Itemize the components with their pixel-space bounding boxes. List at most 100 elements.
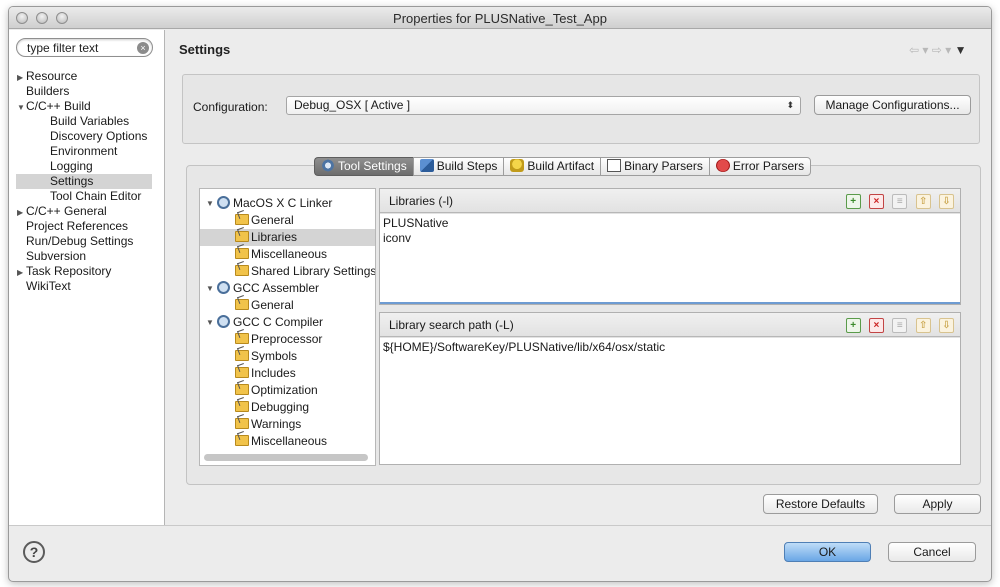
tool-tree-tool[interactable]: ▼ MacOS X C Linker [200,195,375,212]
tree-item-label: Debugging [251,400,310,414]
move-up-path-icon[interactable]: ⇧ [915,318,931,333]
help-icon[interactable]: ? [23,541,45,563]
option-folder-icon [235,299,249,310]
nav-item[interactable]: ▶ C/C++ General [9,204,159,219]
tree-item-label: Libraries [251,230,298,244]
nav-item[interactable]: Builders [9,84,159,99]
add-path-icon[interactable]: + [845,318,861,333]
tool-tree-option[interactable]: Miscellaneous [200,433,375,450]
delete-path-icon[interactable]: × [868,318,884,333]
collapsed-triangle-icon[interactable]: ▶ [17,205,26,220]
tab-label: Build Artifact [527,159,595,173]
nav-item[interactable]: ▶ Task Repository [9,264,159,279]
tab-build-steps[interactable]: Build Steps [412,157,504,176]
collapsed-triangle-icon[interactable]: ▶ [17,70,26,85]
tool-tree-option[interactable]: Preprocessor [200,331,375,348]
nav-item-label: Settings [50,174,94,188]
move-down-path-icon[interactable]: ⇩ [939,318,954,333]
expanded-triangle-icon[interactable]: ▼ [206,195,217,212]
tab-binary-parsers[interactable]: Binary Parsers [600,157,709,176]
move-up-library-icon[interactable]: ⇧ [915,194,931,209]
tree-item-label: GCC Assembler [233,281,320,295]
collapsed-triangle-icon[interactable]: ▶ [17,265,26,280]
nav-item[interactable]: Environment [9,144,159,159]
title-bar[interactable]: Properties for PLUSNative_Test_App [9,7,991,29]
property-page-nav: × ▶ResourceBuilders▼C/C++ BuildBuild Var… [9,30,165,525]
tool-tree-tool[interactable]: ▼ GCC Assembler [200,280,375,297]
nav-item[interactable]: Subversion [9,249,159,264]
nav-item-label: Run/Debug Settings [26,234,134,248]
view-menu-icon[interactable]: ▼ [955,43,967,57]
nav-item-label: Project References [26,219,129,233]
library-search-path-items[interactable]: ${HOME}/SoftwareKey/PLUSNative/lib/x64/o… [380,338,960,464]
nav-item[interactable]: Project References [9,219,159,234]
move-down-library-icon[interactable]: ⇩ [939,194,954,209]
libraries-list: Libraries (-l) + × ≡ ⇧ ⇩ PLUSNative icon… [379,188,961,305]
tool-tree-option[interactable]: Warnings [200,416,375,433]
nav-item[interactable]: ▶ Resource [9,69,159,84]
tool-tree-option[interactable]: Libraries [200,229,375,246]
tree-item-label: Miscellaneous [251,247,328,261]
cancel-button[interactable]: Cancel [888,542,976,562]
tool-tree-tool[interactable]: ▼ GCC C Compiler [200,314,375,331]
nav-item[interactable]: Discovery Options [9,129,159,144]
page-title: Settings [179,42,231,57]
tab-tool-settings[interactable]: Tool Settings [314,157,413,176]
tool-tree-option[interactable]: Debugging [200,399,375,416]
build-artifact-icon [510,159,525,172]
configuration-select[interactable]: Debug_OSX [ Active ] ⬍ [286,96,801,115]
tree-item-label: Shared Library Settings [251,264,376,278]
forward-menu-icon[interactable]: ▾ [945,43,951,57]
delete-library-icon[interactable]: × [868,194,884,209]
tool-tree-option[interactable]: Miscellaneous [200,246,375,263]
nav-item[interactable]: Settings [16,174,152,189]
list-item[interactable]: PLUSNative [383,216,448,231]
nav-item[interactable]: ▼C/C++ Build [9,99,159,114]
clear-filter-icon[interactable]: × [137,42,149,54]
tab-build-artifact[interactable]: Build Artifact [503,157,601,176]
back-arrow-icon[interactable]: ⇦ [909,43,919,57]
edit-library-icon[interactable]: ≡ [892,194,908,209]
tool-tree-option[interactable]: Optimization [200,382,375,399]
list-item[interactable]: iconv [383,231,411,246]
forward-arrow-icon[interactable]: ⇨ [932,43,942,57]
nav-item[interactable]: Tool Chain Editor [9,189,159,204]
nav-item[interactable]: Run/Debug Settings [9,234,159,249]
expanded-triangle-icon[interactable]: ▼ [17,100,26,115]
option-folder-icon [235,333,249,344]
tab-label: Binary Parsers [624,159,703,173]
option-folder-icon [235,265,249,276]
tree-item-label: Symbols [251,349,298,363]
ok-button[interactable]: OK [784,542,871,562]
libraries-items[interactable]: PLUSNative iconv [380,214,960,304]
tab-error-parsers[interactable]: Error Parsers [708,157,812,176]
tree-horizontal-scrollbar[interactable] [204,454,368,461]
expanded-triangle-icon[interactable]: ▼ [206,314,217,331]
back-menu-icon[interactable]: ▾ [922,43,928,57]
list-item[interactable]: ${HOME}/SoftwareKey/PLUSNative/lib/x64/o… [383,340,665,355]
nav-item[interactable]: Build Variables [9,114,159,129]
nav-item[interactable]: Logging [9,159,159,174]
nav-item-label: Builders [26,84,70,98]
nav-item[interactable]: WikiText [9,279,159,294]
tool-tree-option[interactable]: Shared Library Settings [200,263,376,280]
nav-item-label: Environment [50,144,118,158]
restore-defaults-button[interactable]: Restore Defaults [763,494,878,514]
tool-tree-option[interactable]: General [200,212,375,229]
error-parsers-icon [715,159,730,172]
library-search-path-header: Library search path (-L) + × ≡ ⇧ ⇩ [380,313,960,337]
binary-parsers-icon [607,159,622,172]
option-folder-icon [235,418,249,429]
filter-field[interactable]: × [16,38,153,57]
tool-gear-icon [217,196,230,209]
tool-tree-option[interactable]: Symbols [200,348,375,365]
filter-input[interactable] [27,40,132,55]
add-library-icon[interactable]: + [845,194,861,209]
tool-tree-option[interactable]: Includes [200,365,375,382]
apply-button[interactable]: Apply [894,494,981,514]
expanded-triangle-icon[interactable]: ▼ [206,280,217,297]
manage-configurations-button[interactable]: Manage Configurations... [814,95,971,115]
tool-tree-option[interactable]: General [200,297,375,314]
edit-path-icon[interactable]: ≡ [892,318,908,333]
configuration-value: Debug_OSX [ Active ] [294,98,411,112]
